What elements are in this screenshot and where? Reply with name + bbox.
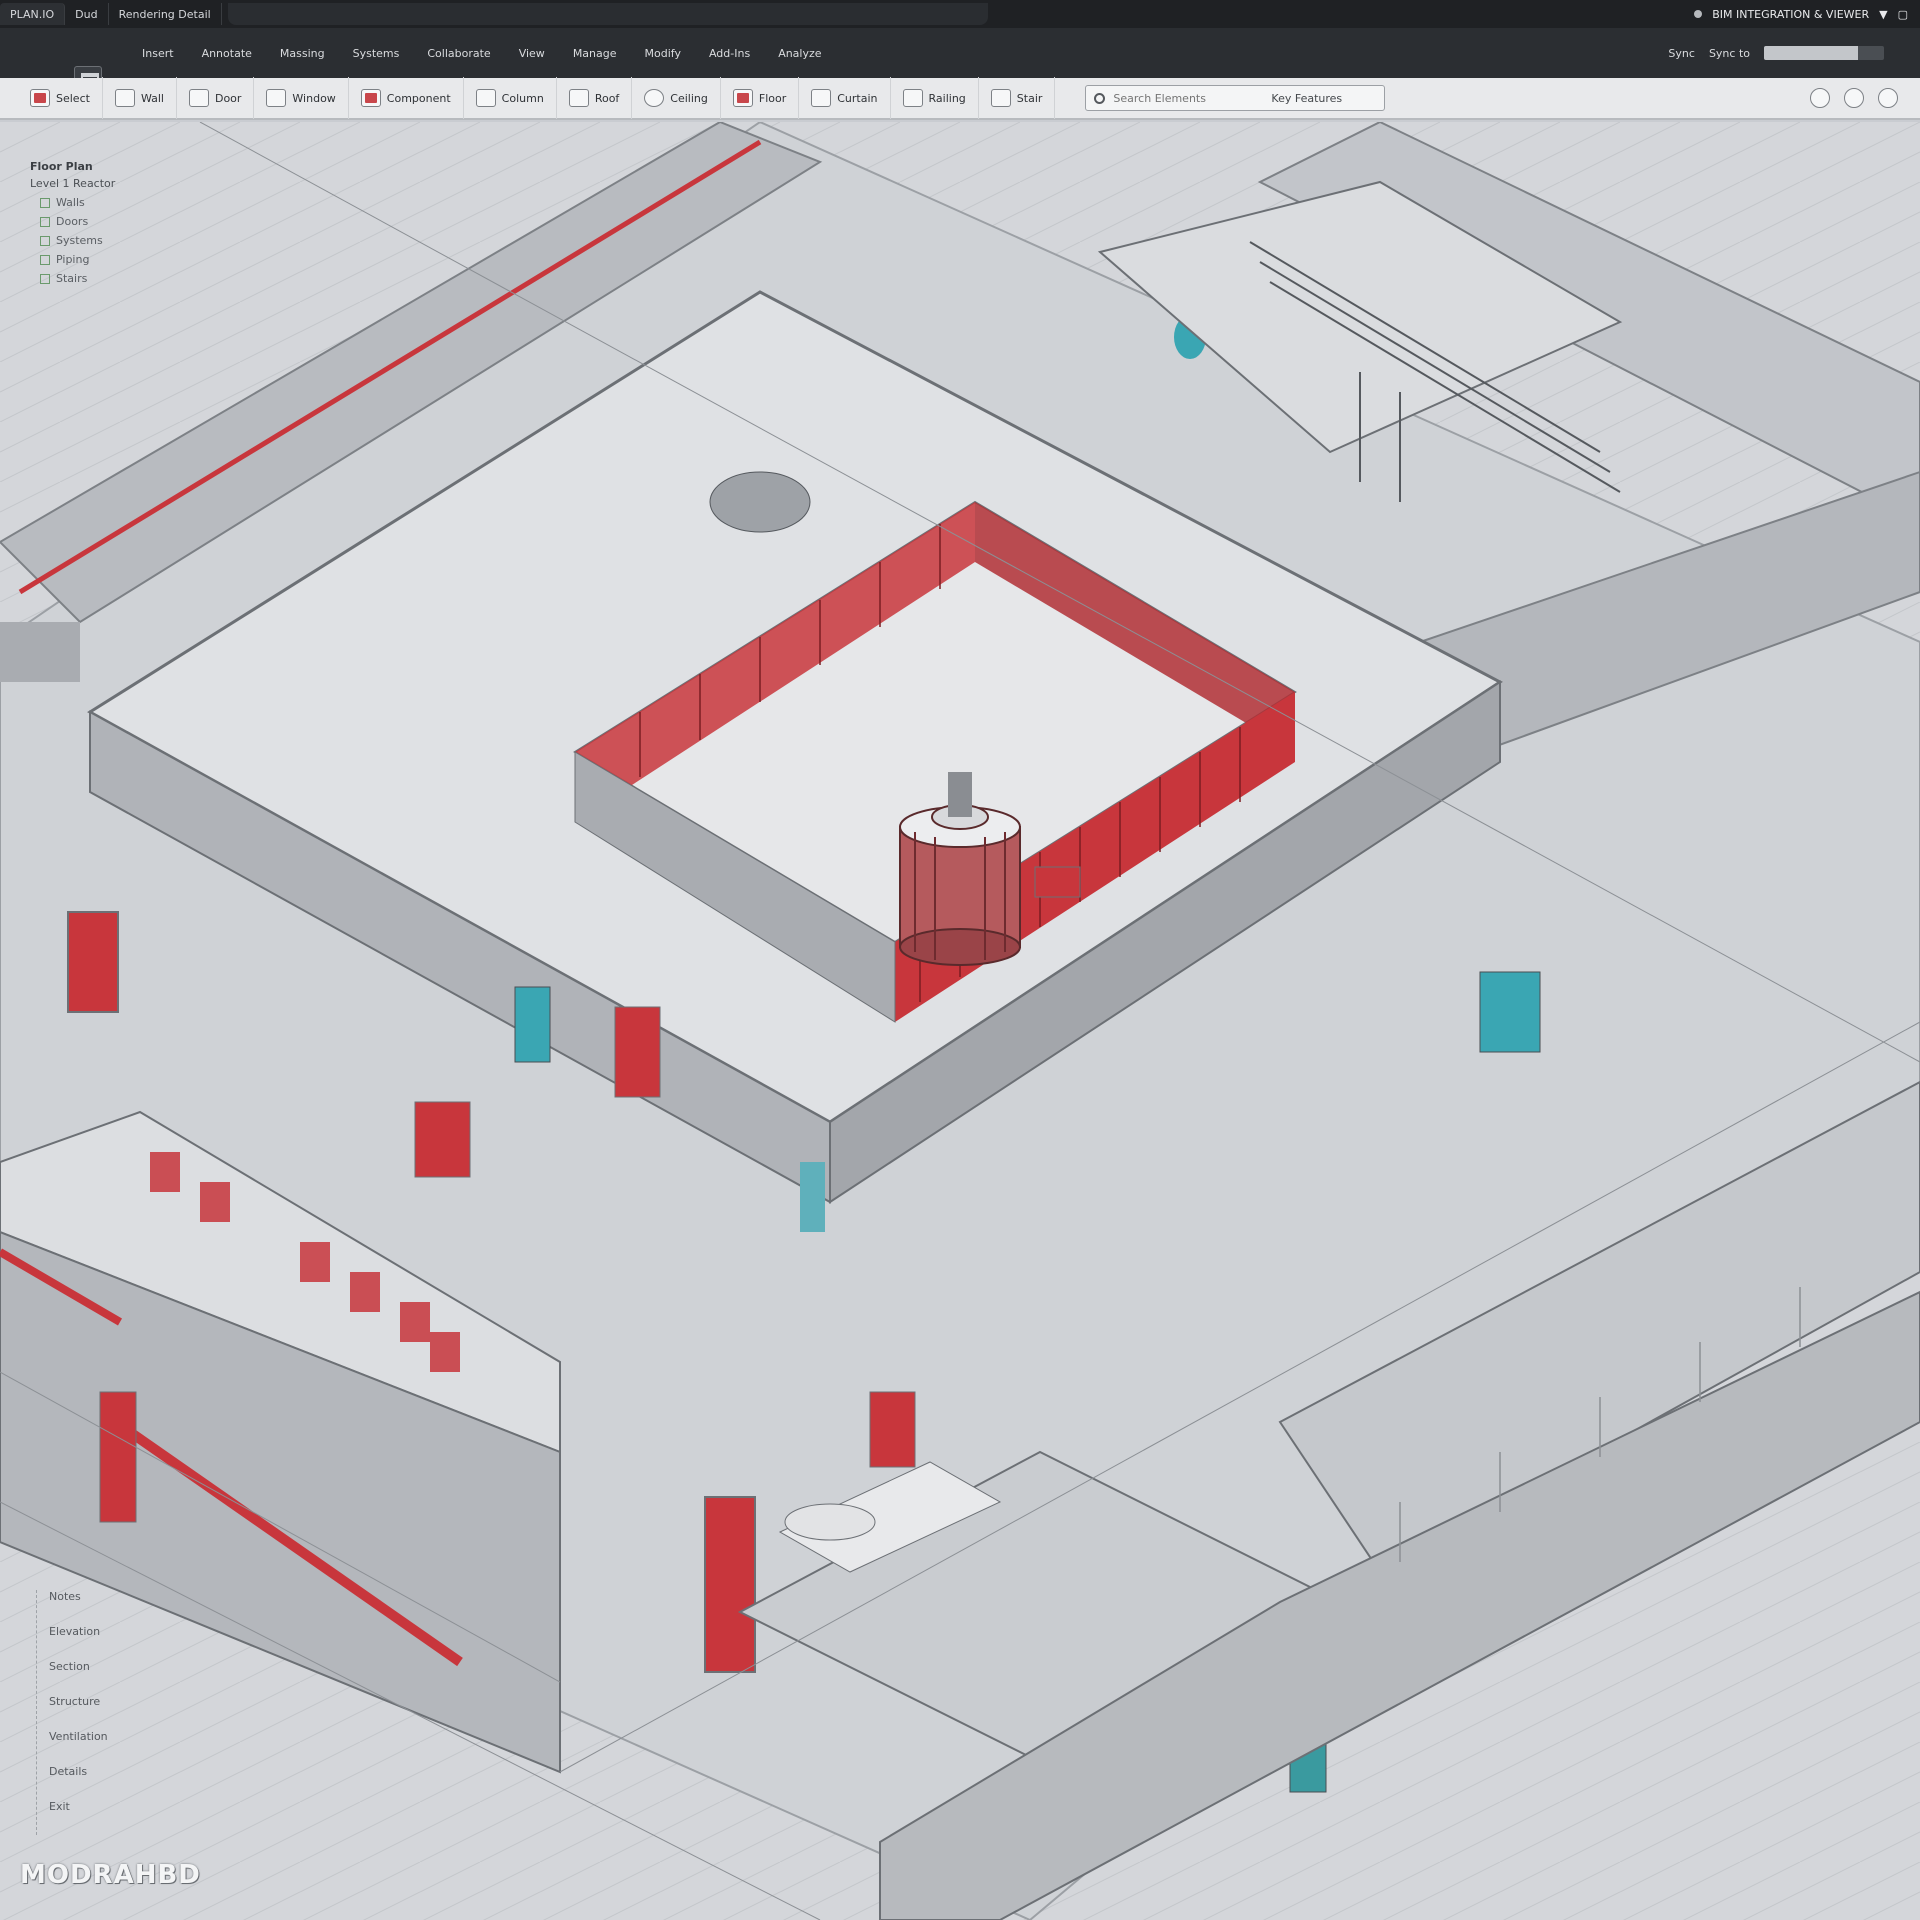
minimize-icon[interactable]: ▼: [1879, 8, 1887, 21]
note-item: Section: [49, 1660, 90, 1673]
window-tab-2[interactable]: Dud: [65, 3, 109, 25]
checkbox-icon[interactable]: [40, 216, 50, 227]
reactor-control-console[interactable]: [1034, 866, 1081, 898]
storage-tank: [709, 471, 811, 533]
settings-icon[interactable]: [1844, 88, 1864, 108]
tool-component[interactable]: Component: [349, 77, 464, 119]
cmd-modify[interactable]: Modify: [631, 47, 695, 60]
door-icon: [188, 89, 209, 107]
checkbox-icon[interactable]: [40, 273, 50, 284]
cmd-collaborate[interactable]: Collaborate: [413, 47, 504, 60]
railing-icon: [902, 89, 923, 107]
layer-item-stairs[interactable]: Stairs: [30, 272, 200, 285]
sync-progress-fill: [1764, 46, 1858, 60]
note-item: Structure: [49, 1695, 101, 1708]
tool-window[interactable]: Window: [254, 77, 349, 119]
layer-item-systems[interactable]: Systems: [30, 234, 200, 247]
hall-red-door[interactable]: [414, 1101, 471, 1178]
teal-panel-east[interactable]: [1479, 971, 1541, 1053]
curtain-icon: [811, 89, 832, 107]
tool-ceiling[interactable]: Ceiling: [632, 77, 721, 119]
duct-pipe: [784, 1503, 876, 1541]
layer-item-walls[interactable]: Walls: [30, 196, 200, 209]
tool-curtain[interactable]: Curtain: [799, 77, 891, 119]
floor-icon: [732, 89, 753, 107]
note-item: Details: [49, 1765, 88, 1778]
watermark-text: MODRAHBD: [20, 1860, 201, 1890]
ceiling-icon: [644, 89, 665, 107]
corridor-red-door[interactable]: [614, 1006, 661, 1098]
cmd-annotate[interactable]: Annotate: [188, 47, 266, 60]
select-icon: [30, 89, 50, 107]
tool-wall[interactable]: Wall: [103, 77, 177, 119]
cmd-insert[interactable]: Insert: [128, 47, 188, 60]
layer-item-piping[interactable]: Piping: [30, 253, 200, 266]
west-red-door[interactable]: [99, 1391, 137, 1523]
checkbox-icon[interactable]: [40, 254, 50, 265]
search-icon: [1094, 92, 1106, 104]
note-item: Exit: [49, 1800, 70, 1813]
note-item: Ventilation: [49, 1730, 108, 1743]
ribbon-toolbar: Select Wall Door Window Component Column…: [0, 77, 1920, 120]
sync-label[interactable]: Sync: [1668, 47, 1695, 60]
layer-panel-subtitle: Level 1 Reactor: [30, 177, 116, 190]
app-status-title: BIM INTEGRATION & VIEWER: [1712, 7, 1870, 21]
key-features-label: Key Features: [1271, 91, 1343, 105]
teal-window: [800, 1162, 825, 1232]
layer-item-doors[interactable]: Doors: [30, 215, 200, 228]
isometric-model[interactable]: [0, 122, 1920, 1920]
title-right: BIM INTEGRATION & VIEWER ▼ ▢: [1694, 8, 1920, 21]
component-icon: [360, 89, 381, 107]
cmd-systems[interactable]: Systems: [339, 47, 414, 60]
tool-select[interactable]: Select: [18, 77, 103, 119]
sync-progress: [1764, 46, 1884, 60]
notes-panel: Notes Elevation Section Structure Ventil…: [36, 1590, 176, 1835]
command-bar: Insert Annotate Massing Systems Collabor…: [0, 28, 1920, 94]
record-icon[interactable]: [1694, 10, 1703, 18]
tool-column[interactable]: Column: [464, 77, 557, 119]
layer-panel: Floor Plan Level 1 Reactor Walls Doors S…: [30, 160, 200, 285]
tool-railing[interactable]: Railing: [891, 77, 979, 119]
title-bar: PLAN.IO Dud Rendering Detail BIM INTEGRA…: [0, 0, 1920, 28]
tool-roof[interactable]: Roof: [557, 77, 633, 119]
layer-panel-title: Floor Plan: [30, 160, 93, 173]
tool-door[interactable]: Door: [177, 77, 255, 119]
teal-panel-west[interactable]: [514, 986, 551, 1063]
app-window: PLAN.IO Dud Rendering Detail BIM INTEGRA…: [0, 0, 1920, 1920]
stair-icon: [990, 89, 1011, 107]
sync-sub-label: Sync to: [1708, 46, 1750, 60]
window-tab-1[interactable]: PLAN.IO: [0, 3, 66, 25]
checkbox-icon[interactable]: [40, 235, 50, 246]
west-red-cabinet[interactable]: [67, 911, 119, 1013]
window-tab-3[interactable]: Rendering Detail: [109, 3, 222, 25]
cmd-analyze[interactable]: Analyze: [764, 47, 835, 60]
sync-area: Sync Sync to: [1668, 46, 1920, 60]
roof-icon: [568, 89, 589, 107]
checkbox-icon[interactable]: [40, 197, 50, 208]
element-search[interactable]: Key Features: [1085, 85, 1386, 111]
cmd-addins[interactable]: Add-Ins: [695, 47, 764, 60]
model-viewport[interactable]: Floor Plan Level 1 Reactor Walls Doors S…: [0, 122, 1920, 1920]
south-red-cabinet[interactable]: [704, 1496, 756, 1673]
window-icon: [266, 89, 287, 107]
tool-stair[interactable]: Stair: [979, 77, 1056, 119]
tool-floor[interactable]: Floor: [721, 77, 800, 119]
expand-icon[interactable]: [1878, 88, 1898, 108]
wall-icon: [114, 89, 135, 107]
column-icon: [475, 89, 496, 107]
tab-strip: [227, 3, 988, 25]
cmd-manage[interactable]: Manage: [559, 47, 631, 60]
element-search-input[interactable]: [1113, 91, 1264, 105]
note-item: Notes: [49, 1590, 81, 1603]
note-item: Elevation: [49, 1625, 101, 1638]
south-red-door[interactable]: [869, 1391, 916, 1468]
help-icon[interactable]: [1810, 88, 1830, 108]
cmd-view[interactable]: View: [505, 47, 559, 60]
maximize-icon[interactable]: ▢: [1898, 8, 1908, 21]
ribbon-right: [1810, 88, 1920, 108]
cmd-massing[interactable]: Massing: [266, 47, 339, 60]
north-wing-end: [0, 622, 80, 682]
